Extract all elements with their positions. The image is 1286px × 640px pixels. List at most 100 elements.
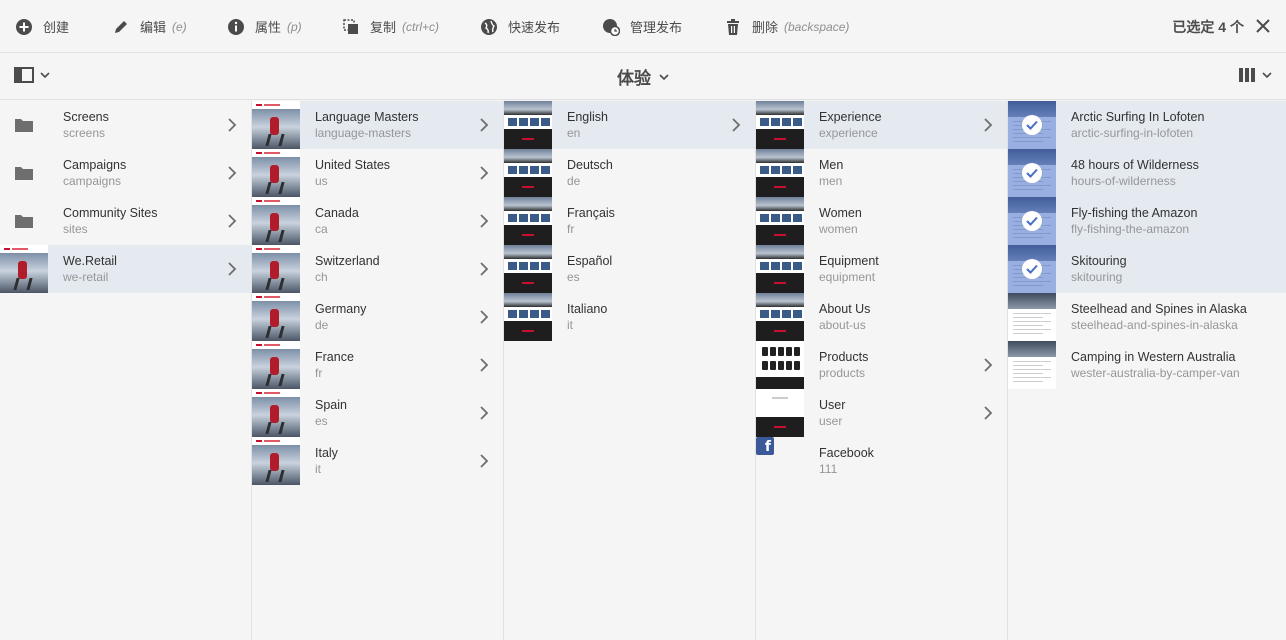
item-name: skitouring	[1071, 270, 1123, 284]
chevron-right-icon[interactable]	[227, 166, 237, 180]
chevron-right-icon[interactable]	[983, 406, 993, 420]
edit-button[interactable]: 编辑 (e)	[112, 0, 187, 53]
thumbnail	[504, 293, 552, 341]
list-item[interactable]: United States us	[252, 149, 503, 197]
chevron-right-icon[interactable]	[479, 166, 489, 180]
item-name: it	[567, 318, 573, 332]
thumbnail	[252, 101, 300, 149]
list-item[interactable]: Switzerland ch	[252, 245, 503, 293]
list-item[interactable]: Campaigns campaigns	[0, 149, 251, 197]
list-item[interactable]: France fr	[252, 341, 503, 389]
list-item[interactable]: We.Retail we-retail	[0, 245, 251, 293]
thumbnail	[252, 341, 300, 389]
list-item[interactable]: About Us about-us	[756, 293, 1007, 341]
chevron-right-icon[interactable]	[227, 262, 237, 276]
quick-publish-label: 快速发布	[508, 20, 561, 35]
item-title: 48 hours of Wilderness	[1071, 158, 1199, 172]
list-item[interactable]: Steelhead and Spines in Alaska steelhead-…	[1008, 293, 1286, 341]
list-item[interactable]: Germany de	[252, 293, 503, 341]
chevron-right-icon[interactable]	[983, 358, 993, 372]
item-name: es	[315, 414, 328, 428]
list-item[interactable]: f Facebook 111	[756, 437, 1007, 485]
checkmark-icon	[1022, 115, 1042, 135]
list-item[interactable]: Español es	[504, 245, 755, 293]
thumbnail	[252, 437, 300, 485]
thumbnail	[504, 149, 552, 197]
item-title: Spain	[315, 398, 347, 412]
thumbnail	[1008, 293, 1056, 341]
list-item[interactable]: Screens screens	[0, 101, 251, 149]
item-title: We.Retail	[63, 254, 117, 268]
selection-checkmark[interactable]	[1008, 101, 1056, 149]
item-text: Language Masters language-masters	[315, 109, 419, 141]
chevron-right-icon[interactable]	[479, 214, 489, 228]
thumbnail	[252, 389, 300, 437]
item-name: equipment	[819, 270, 876, 284]
list-item[interactable]: Italy it	[252, 437, 503, 485]
item-name: de	[315, 318, 329, 332]
list-item[interactable]: Men men	[756, 149, 1007, 197]
item-text: Skitouring skitouring	[1071, 253, 1127, 285]
list-item[interactable]: Camping in Western Australia wester-austr…	[1008, 341, 1286, 389]
list-item[interactable]: Community Sites sites	[0, 197, 251, 245]
item-text: English en	[567, 109, 608, 141]
chevron-right-icon[interactable]	[479, 262, 489, 276]
list-item[interactable]: Spain es	[252, 389, 503, 437]
copy-button[interactable]: 复制 (ctrl+c)	[342, 0, 439, 53]
list-item[interactable]: Equipment equipment	[756, 245, 1007, 293]
view-switcher-button[interactable]	[1238, 67, 1272, 83]
list-item[interactable]: User user	[756, 389, 1007, 437]
manage-publication-button[interactable]: 管理发布	[602, 0, 682, 53]
item-name: 111	[819, 462, 838, 476]
item-title: United States	[315, 158, 391, 172]
chevron-right-icon[interactable]	[983, 118, 993, 132]
selection-checkmark[interactable]	[1008, 245, 1056, 293]
list-item[interactable]: Deutsch de	[504, 149, 755, 197]
chevron-right-icon[interactable]	[479, 358, 489, 372]
chevron-right-icon[interactable]	[479, 406, 489, 420]
list-item[interactable]: Fly-fishing the Amazon fly-fishing-the-am…	[1008, 197, 1286, 245]
chevron-right-icon[interactable]	[479, 118, 489, 132]
item-title: Switzerland	[315, 254, 380, 268]
page-title[interactable]: 体验	[617, 64, 669, 89]
item-title: Italiano	[567, 302, 608, 316]
selection-checkmark[interactable]	[1008, 149, 1056, 197]
thumbnail	[252, 245, 300, 293]
list-item[interactable]: Arctic Surfing In Lofoten arctic-surfing-…	[1008, 101, 1286, 149]
selection-checkmark[interactable]	[1008, 197, 1056, 245]
item-name: fr	[315, 366, 323, 380]
rail-toggle-button[interactable]	[14, 67, 50, 83]
chevron-right-icon[interactable]	[227, 118, 237, 132]
list-item[interactable]: Canada ca	[252, 197, 503, 245]
chevron-right-icon[interactable]	[479, 310, 489, 324]
item-title: Germany	[315, 302, 367, 316]
list-item[interactable]: Skitouring skitouring	[1008, 245, 1286, 293]
item-name: user	[819, 414, 843, 428]
list-item[interactable]: Français fr	[504, 197, 755, 245]
column-3: English en Deutsch de Français fr Español es Ita…	[504, 101, 756, 640]
item-title: Skitouring	[1071, 254, 1127, 268]
quick-publish-button[interactable]: 快速发布	[480, 0, 560, 53]
create-button[interactable]: 创建	[15, 0, 69, 53]
item-text: Equipment equipment	[819, 253, 879, 285]
chevron-right-icon[interactable]	[731, 118, 741, 132]
list-item[interactable]: Italiano it	[504, 293, 755, 341]
close-icon[interactable]	[1254, 17, 1272, 35]
list-item[interactable]: English en	[504, 101, 755, 149]
delete-button[interactable]: 删除 (backspace)	[724, 0, 849, 53]
list-item[interactable]: Women women	[756, 197, 1007, 245]
list-item[interactable]: Experience experience	[756, 101, 1007, 149]
properties-button[interactable]: 属性 (p)	[227, 0, 302, 53]
list-item[interactable]: 48 hours of Wilderness hours-of-wildernes…	[1008, 149, 1286, 197]
list-item[interactable]: Language Masters language-masters	[252, 101, 503, 149]
item-title: Equipment	[819, 254, 879, 268]
list-item[interactable]: Products products	[756, 341, 1007, 389]
chevron-right-icon[interactable]	[227, 214, 237, 228]
thumbnail	[756, 293, 804, 341]
item-title: Facebook	[819, 446, 874, 460]
item-title: Arctic Surfing In Lofoten	[1071, 110, 1205, 124]
thumbnail	[756, 197, 804, 245]
side-panel-icon	[14, 67, 34, 83]
chevron-right-icon[interactable]	[479, 454, 489, 468]
item-title: Language Masters	[315, 110, 419, 124]
